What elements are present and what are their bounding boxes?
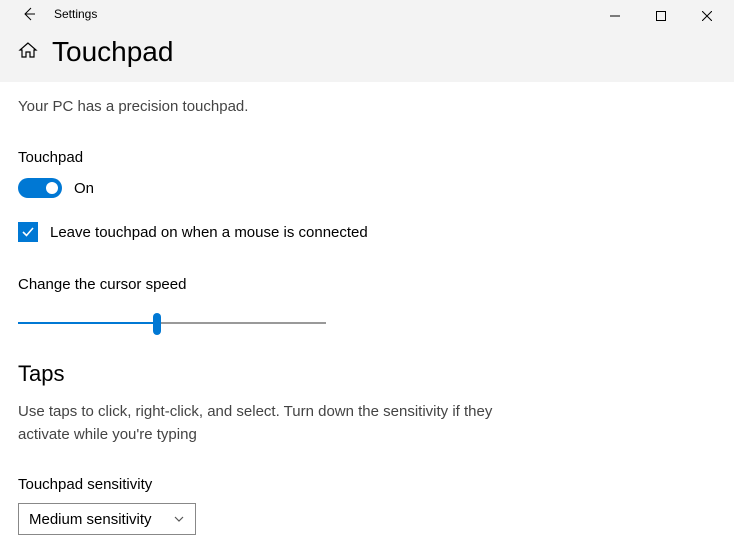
toggle-knob xyxy=(46,182,58,194)
minimize-icon xyxy=(610,11,620,21)
cursor-speed-slider[interactable] xyxy=(18,311,326,335)
touchpad-section-label: Touchpad xyxy=(18,149,716,166)
home-icon xyxy=(18,40,38,60)
header: Touchpad xyxy=(0,32,734,82)
page-title: Touchpad xyxy=(52,36,173,68)
sensitivity-label: Touchpad sensitivity xyxy=(18,476,716,493)
sensitivity-value: Medium sensitivity xyxy=(29,511,152,528)
close-button[interactable] xyxy=(684,1,730,31)
home-button[interactable] xyxy=(18,40,38,65)
leave-on-checkbox[interactable] xyxy=(18,222,38,242)
close-icon xyxy=(702,11,712,21)
back-button[interactable] xyxy=(20,6,36,22)
slider-fill xyxy=(18,322,157,324)
touchpad-toggle[interactable] xyxy=(18,178,62,198)
slider-thumb xyxy=(153,313,161,335)
leave-on-checkbox-label: Leave touchpad on when a mouse is connec… xyxy=(50,224,368,241)
maximize-button[interactable] xyxy=(638,1,684,31)
checkmark-icon xyxy=(21,225,35,239)
touchpad-description: Your PC has a precision touchpad. xyxy=(18,98,716,115)
touchpad-toggle-label: On xyxy=(74,180,94,197)
titlebar: Settings xyxy=(0,0,734,32)
taps-heading: Taps xyxy=(18,361,716,387)
taps-description: Use taps to click, right-click, and sele… xyxy=(18,401,518,446)
sensitivity-dropdown[interactable]: Medium sensitivity xyxy=(18,503,196,535)
chevron-down-icon xyxy=(173,513,185,525)
back-arrow-icon xyxy=(20,6,36,22)
maximize-icon xyxy=(656,11,666,21)
minimize-button[interactable] xyxy=(592,1,638,31)
app-title: Settings xyxy=(54,7,97,21)
cursor-speed-label: Change the cursor speed xyxy=(18,276,716,293)
